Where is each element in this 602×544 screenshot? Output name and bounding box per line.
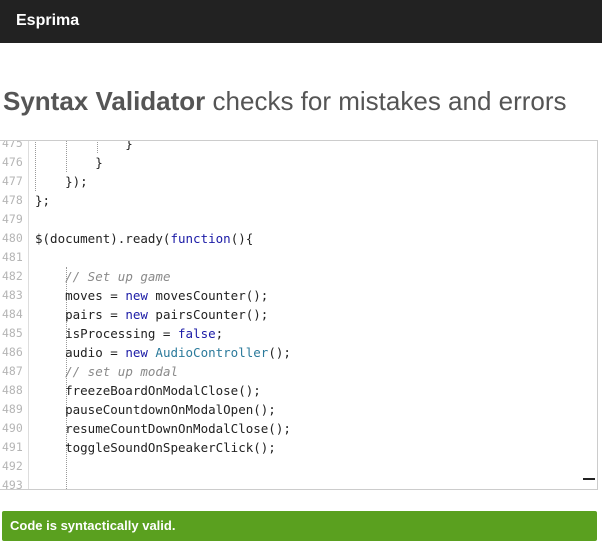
code-line: 490 resumeCountDownOnModalClose(); bbox=[0, 419, 597, 438]
code-token: freezeBoardOnModalClose(); bbox=[35, 383, 261, 398]
code-token: $(document).ready( bbox=[35, 231, 171, 246]
code-token: pauseCountdownOnModalOpen(); bbox=[35, 402, 276, 417]
code-line: 489 pauseCountdownOnModalOpen(); bbox=[0, 400, 597, 419]
code-text: toggleSoundOnSpeakerClick(); bbox=[35, 438, 276, 457]
code-text: $(document).ready(function(){ bbox=[35, 229, 253, 248]
top-navbar: Esprima bbox=[0, 0, 602, 43]
code-line: 493 bbox=[0, 476, 597, 490]
code-text: } bbox=[35, 153, 103, 172]
scroll-marker[interactable] bbox=[583, 478, 595, 480]
line-number: 486 bbox=[2, 345, 23, 359]
code-text: audio = new AudioController(); bbox=[35, 343, 291, 362]
code-keyword: new bbox=[125, 345, 148, 360]
code-keyword: false bbox=[178, 326, 216, 341]
code-text: pairs = new pairsCounter(); bbox=[35, 305, 268, 324]
code-token: }); bbox=[35, 174, 88, 189]
code-token: isProcessing = bbox=[35, 326, 178, 341]
code-token: moves = bbox=[35, 288, 126, 303]
code-text: moves = new movesCounter(); bbox=[35, 286, 268, 305]
code-token: resumeCountDownOnModalClose(); bbox=[35, 421, 291, 436]
line-number: 475 bbox=[2, 140, 23, 150]
code-token: movesCounter(); bbox=[147, 288, 269, 303]
line-number: 487 bbox=[2, 364, 23, 378]
code-token: } bbox=[35, 140, 133, 151]
page-title-strong: Syntax Validator bbox=[3, 86, 206, 116]
page-title-rest: checks for mistakes and errors bbox=[205, 86, 567, 116]
code-line: 479 bbox=[0, 210, 597, 229]
line-number: 485 bbox=[2, 326, 23, 340]
code-comment: // Set up game bbox=[65, 269, 171, 284]
code-keyword: function bbox=[170, 231, 231, 246]
code-line: 486 audio = new AudioController(); bbox=[0, 343, 597, 362]
code-line: 475 } bbox=[0, 140, 597, 153]
line-number: 479 bbox=[2, 212, 23, 226]
code-line: 491 toggleSoundOnSpeakerClick(); bbox=[0, 438, 597, 457]
code-line: 483 moves = new movesCounter(); bbox=[0, 286, 597, 305]
line-number: 492 bbox=[2, 459, 23, 473]
code-editor[interactable]: 475 } 476 } 477 }); 478}; 479 480 $(document).… bbox=[0, 140, 598, 490]
line-number: 481 bbox=[2, 250, 23, 264]
line-number: 488 bbox=[2, 383, 23, 397]
code-text: } bbox=[35, 140, 133, 153]
code-line: 480 $(document).ready(function(){ bbox=[0, 229, 597, 248]
line-number: 483 bbox=[2, 288, 23, 302]
code-text: // set up modal bbox=[35, 362, 178, 381]
line-number: 482 bbox=[2, 269, 23, 283]
code-text: }; bbox=[35, 191, 50, 210]
code-token: }; bbox=[35, 193, 51, 208]
line-number: 480 bbox=[2, 231, 23, 245]
code-token: (); bbox=[268, 345, 291, 360]
code-text: pauseCountdownOnModalOpen(); bbox=[35, 400, 276, 419]
line-number: 478 bbox=[2, 193, 23, 207]
code-text: }); bbox=[35, 172, 88, 191]
code-line: 478}; bbox=[0, 191, 597, 210]
code-keyword: new bbox=[125, 288, 148, 303]
code-line: 485 isProcessing = false; bbox=[0, 324, 597, 343]
validation-result-message: Code is syntactically valid. bbox=[10, 518, 176, 533]
page-title: Syntax Validator checks for mistakes and… bbox=[3, 86, 567, 117]
code-comment: // set up modal bbox=[65, 364, 178, 379]
code-text: isProcessing = false; bbox=[35, 324, 223, 343]
code-line: 488 freezeBoardOnModalClose(); bbox=[0, 381, 597, 400]
code-line: 482 // Set up game bbox=[0, 267, 597, 286]
code-text: resumeCountDownOnModalClose(); bbox=[35, 419, 291, 438]
code-text: freezeBoardOnModalClose(); bbox=[35, 381, 261, 400]
line-number: 491 bbox=[2, 440, 23, 454]
code-line: 492 bbox=[0, 457, 597, 476]
code-token: (){ bbox=[230, 231, 254, 246]
line-number: 493 bbox=[2, 478, 23, 490]
code-token: pairsCounter(); bbox=[147, 307, 269, 322]
code-token: ; bbox=[215, 326, 224, 341]
code-token: audio = bbox=[35, 345, 126, 360]
code-token: toggleSoundOnSpeakerClick(); bbox=[35, 440, 276, 455]
code-keyword: new bbox=[125, 307, 148, 322]
code-line: 484 pairs = new pairsCounter(); bbox=[0, 305, 597, 324]
brand-link[interactable]: Esprima bbox=[16, 12, 79, 30]
line-number: 477 bbox=[2, 174, 23, 188]
code-line: 477 }); bbox=[0, 172, 597, 191]
code-line: 487 // set up modal bbox=[0, 362, 597, 381]
code-token: pairs = bbox=[35, 307, 126, 322]
line-number: 489 bbox=[2, 402, 23, 416]
code-line: 481 bbox=[0, 248, 597, 267]
line-number: 476 bbox=[2, 155, 23, 169]
validation-result-banner: Code is syntactically valid. bbox=[2, 511, 597, 541]
code-line: 476 } bbox=[0, 153, 597, 172]
code-text: // Set up game bbox=[35, 267, 170, 286]
line-number: 484 bbox=[2, 307, 23, 321]
code-token: } bbox=[35, 155, 103, 170]
code-class-name: AudioController bbox=[155, 345, 269, 360]
line-number: 490 bbox=[2, 421, 23, 435]
